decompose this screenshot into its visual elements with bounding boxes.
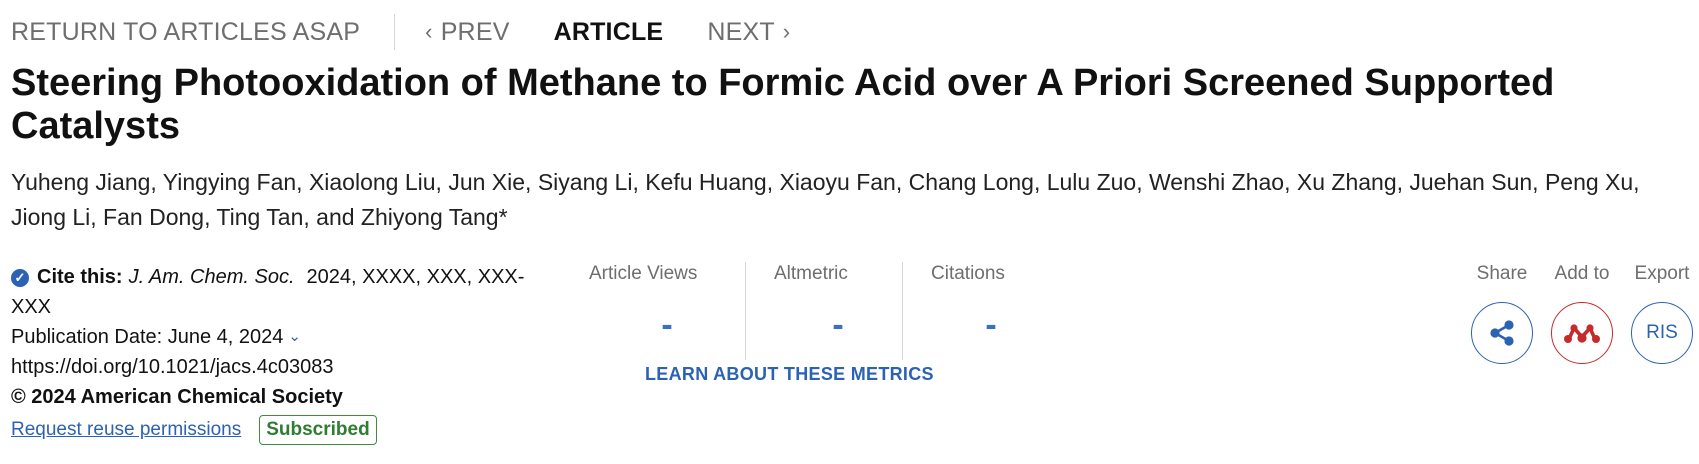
article-navigation: RETURN TO ARTICLES ASAP ‹ PREV ARTICLE N… bbox=[11, 12, 790, 52]
subscribed-badge: Subscribed bbox=[259, 415, 377, 445]
nav-divider bbox=[394, 14, 396, 50]
share-button[interactable] bbox=[1471, 302, 1533, 364]
article-title: Steering Photooxidation of Methane to Fo… bbox=[11, 62, 1555, 147]
export-ris-button[interactable]: RIS bbox=[1631, 302, 1693, 364]
article-metrics: Article Views - Altmetric - Citations - bbox=[571, 262, 1051, 360]
altmetric-value: - bbox=[832, 306, 844, 344]
learn-about-metrics-link[interactable]: LEARN ABOUT THESE METRICS bbox=[645, 364, 934, 385]
citations-label: Citations bbox=[931, 263, 1005, 284]
add-to-mendeley-button[interactable] bbox=[1551, 302, 1613, 364]
add-to-action: Add to bbox=[1542, 262, 1622, 364]
export-action: Export RIS bbox=[1622, 262, 1699, 364]
corresponding-author-mark: * bbox=[498, 204, 508, 230]
request-reuse-permissions-link[interactable]: Request reuse permissions bbox=[11, 415, 241, 445]
article-tab: ARTICLE bbox=[553, 17, 664, 46]
chevron-left-icon: ‹ bbox=[425, 19, 433, 44]
article-views-label: Article Views bbox=[589, 263, 698, 284]
reuse-row: Request reuse permissions Subscribed bbox=[11, 415, 541, 445]
next-link[interactable]: NEXT › bbox=[707, 18, 790, 47]
return-to-articles-link[interactable]: RETURN TO ARTICLES ASAP bbox=[11, 18, 360, 47]
citation-info: ✓ Cite this: J. Am. Chem. Soc. 2024, XXXX, … bbox=[11, 262, 541, 445]
metric-article-views: Article Views - bbox=[571, 262, 745, 360]
metric-citations: Citations - bbox=[902, 262, 1051, 360]
mendeley-icon bbox=[1564, 324, 1600, 343]
share-icon bbox=[1490, 320, 1514, 346]
next-label: NEXT bbox=[707, 17, 775, 46]
check-circle-icon: ✓ bbox=[11, 269, 29, 287]
prev-label: PREV bbox=[440, 17, 510, 46]
altmetric-label: Altmetric bbox=[774, 263, 848, 284]
citations-value: - bbox=[985, 306, 997, 344]
cite-label: Cite this: bbox=[37, 266, 123, 288]
chevron-down-icon: ⌄ bbox=[288, 328, 301, 345]
add-to-label: Add to bbox=[1554, 263, 1610, 284]
publication-date[interactable]: Publication Date: June 4, 2024 ⌄ bbox=[11, 322, 541, 352]
copyright-notice: © 2024 American Chemical Society bbox=[11, 386, 343, 408]
ris-label: RIS bbox=[1646, 322, 1678, 343]
article-actions: Share Add to Export RIS bbox=[1462, 262, 1699, 364]
prev-link[interactable]: ‹ PREV bbox=[425, 18, 509, 47]
author-list: Yuheng Jiang, Yingying Fan, Xiaolong Liu… bbox=[11, 165, 1686, 235]
journal-name: J. Am. Chem. Soc. bbox=[128, 266, 295, 288]
metric-altmetric: Altmetric - bbox=[745, 262, 902, 360]
share-label: Share bbox=[1476, 263, 1528, 284]
export-label: Export bbox=[1634, 263, 1690, 284]
chevron-right-icon: › bbox=[782, 19, 791, 44]
authors-text[interactable]: Yuheng Jiang, Yingying Fan, Xiaolong Liu… bbox=[11, 169, 1640, 230]
doi-link[interactable]: https://doi.org/10.1021/jacs.4c03083 bbox=[11, 352, 541, 382]
publication-date-text: Publication Date: June 4, 2024 bbox=[11, 326, 284, 348]
share-action: Share bbox=[1462, 262, 1542, 364]
cite-this-line: ✓ Cite this: J. Am. Chem. Soc. 2024, XXXX, … bbox=[11, 262, 541, 322]
article-views-value: - bbox=[661, 306, 673, 344]
